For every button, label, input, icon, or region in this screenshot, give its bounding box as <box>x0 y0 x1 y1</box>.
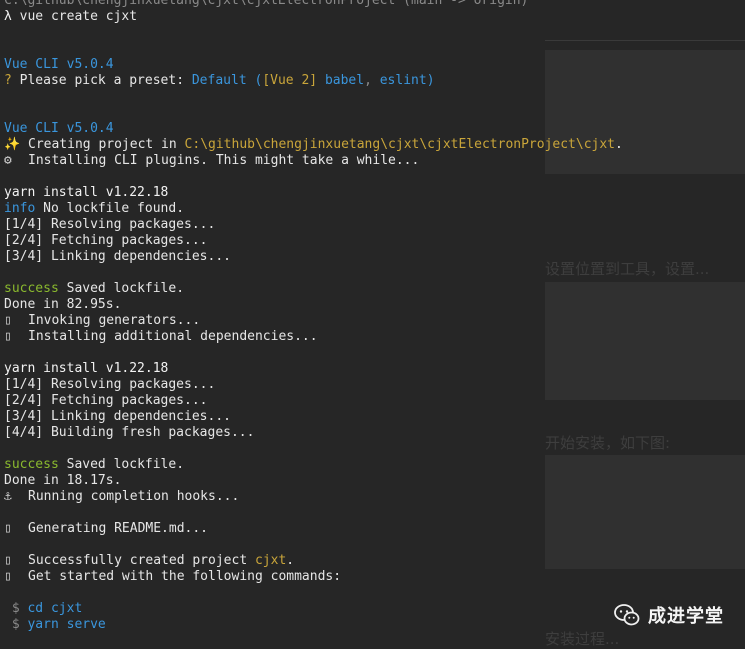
anchor-icon: ⚓ <box>4 489 12 504</box>
command-line: λ vue create cjxt <box>4 9 745 25</box>
preset-babel: babel <box>324 73 365 88</box>
placeholder-glyph-icon: ▯ <box>4 569 12 584</box>
step-line: [1/4] Resolving packages... <box>4 377 216 392</box>
done-line: Done in 82.95s. <box>4 297 122 312</box>
wechat-icon <box>614 604 640 626</box>
get-started-text: Get started with the following commands: <box>28 569 342 584</box>
success-text: Saved lockfile. <box>66 281 185 296</box>
sparkle-icon: ✨ <box>4 137 21 152</box>
step-line: [2/4] Fetching packages... <box>4 233 208 248</box>
installing-plugins-line: ⚙ Installing CLI plugins. This might take… <box>4 153 745 169</box>
question-mark: ? <box>4 73 12 88</box>
preset-name: Default <box>191 73 247 88</box>
yarn-install-line-2: yarn install v1.22.18 <box>4 361 169 376</box>
preset-paren-close: ) <box>426 73 435 88</box>
installing-plugins-text: Installing CLI plugins. This might take … <box>28 153 420 168</box>
gear-icon: ⚙ <box>4 153 12 168</box>
step-line: [4/4] Building fresh packages... <box>4 425 255 440</box>
placeholder-glyph-icon: ▯ <box>4 329 12 344</box>
creating-text: Creating project in <box>28 137 177 152</box>
hooks-line: ⚓ Running completion hooks... <box>4 489 745 505</box>
yarn-install-line: yarn install v1.22.18 <box>4 185 169 200</box>
cli-version-line: Vue CLI v5.0.4 <box>4 57 114 72</box>
created-end: . <box>286 553 295 568</box>
cli-version-line-2: Vue CLI v5.0.4 <box>4 121 114 136</box>
created-line: ▯ Successfully created project cjxt. <box>4 553 745 569</box>
step-line: [3/4] Linking dependencies... <box>4 409 231 424</box>
preset-question: Please pick a preset: <box>19 73 185 88</box>
invoking-text: Invoking generators... <box>28 313 201 328</box>
installing-additional-text: Installing additional dependencies... <box>28 329 318 344</box>
dollar-prompt: $ <box>11 601 20 616</box>
creating-end: . <box>615 137 623 152</box>
prompt-path: C:\github\chengjinxuetang\cjxt\cjxtElect… <box>4 0 529 8</box>
preset-vue: [Vue 2] <box>262 73 318 88</box>
placeholder-glyph-icon: ▯ <box>4 553 12 568</box>
creating-line: ✨ Creating project in C:\github\chengjinx… <box>4 137 745 153</box>
preset-line: ? Please pick a preset: Default ([Vue 2]… <box>4 73 745 89</box>
info-label: info <box>4 201 36 216</box>
readme-text: Generating README.md... <box>28 521 209 536</box>
info-text: No lockfile found. <box>43 201 185 216</box>
info-line: info No lockfile found. <box>4 201 745 217</box>
command-text: vue create cjxt <box>19 9 138 24</box>
success-label: success <box>4 457 59 472</box>
project-name: cjxt <box>254 553 287 568</box>
done-line-2: Done in 18.17s. <box>4 473 122 488</box>
created-text: Successfully created project <box>28 553 248 568</box>
step-line: [3/4] Linking dependencies... <box>4 249 231 264</box>
success-line: success Saved lockfile. <box>4 281 745 297</box>
preset-comma: , <box>364 73 372 88</box>
step-line: [1/4] Resolving packages... <box>4 217 216 232</box>
prompt-symbol: λ <box>4 9 12 24</box>
hooks-text: Running completion hooks... <box>28 489 240 504</box>
placeholder-glyph-icon: ▯ <box>4 521 12 536</box>
get-started-line: ▯ Get started with the following commands… <box>4 569 745 585</box>
dollar-prompt: $ <box>11 617 20 632</box>
placeholder-glyph-icon: ▯ <box>4 313 12 328</box>
cd-command: cd cjxt <box>27 601 83 616</box>
readme-line: ▯ Generating README.md... <box>4 521 745 537</box>
installing-additional-line: ▯ Installing additional dependencies... <box>4 329 745 345</box>
wechat-watermark: 成进学堂 <box>614 602 724 628</box>
terminal-output: C:\github\chengjinxuetang\cjxt\cjxtElect… <box>4 0 745 633</box>
success-text: Saved lockfile. <box>66 457 185 472</box>
watermark-text: 成进学堂 <box>648 606 724 627</box>
success-line-2: success Saved lockfile. <box>4 457 745 473</box>
step-line: [2/4] Fetching packages... <box>4 393 208 408</box>
terminal-window: 设置位置到工具，设置... 开始安装，如下图: 安装过程... C:\githu… <box>0 0 745 648</box>
success-label: success <box>4 281 59 296</box>
creating-path: C:\github\chengjinxuetang\cjxt\cjxtElect… <box>184 137 616 152</box>
preset-eslint: eslint <box>379 73 427 88</box>
serve-command: yarn serve <box>27 617 106 632</box>
invoking-line: ▯ Invoking generators... <box>4 313 745 329</box>
